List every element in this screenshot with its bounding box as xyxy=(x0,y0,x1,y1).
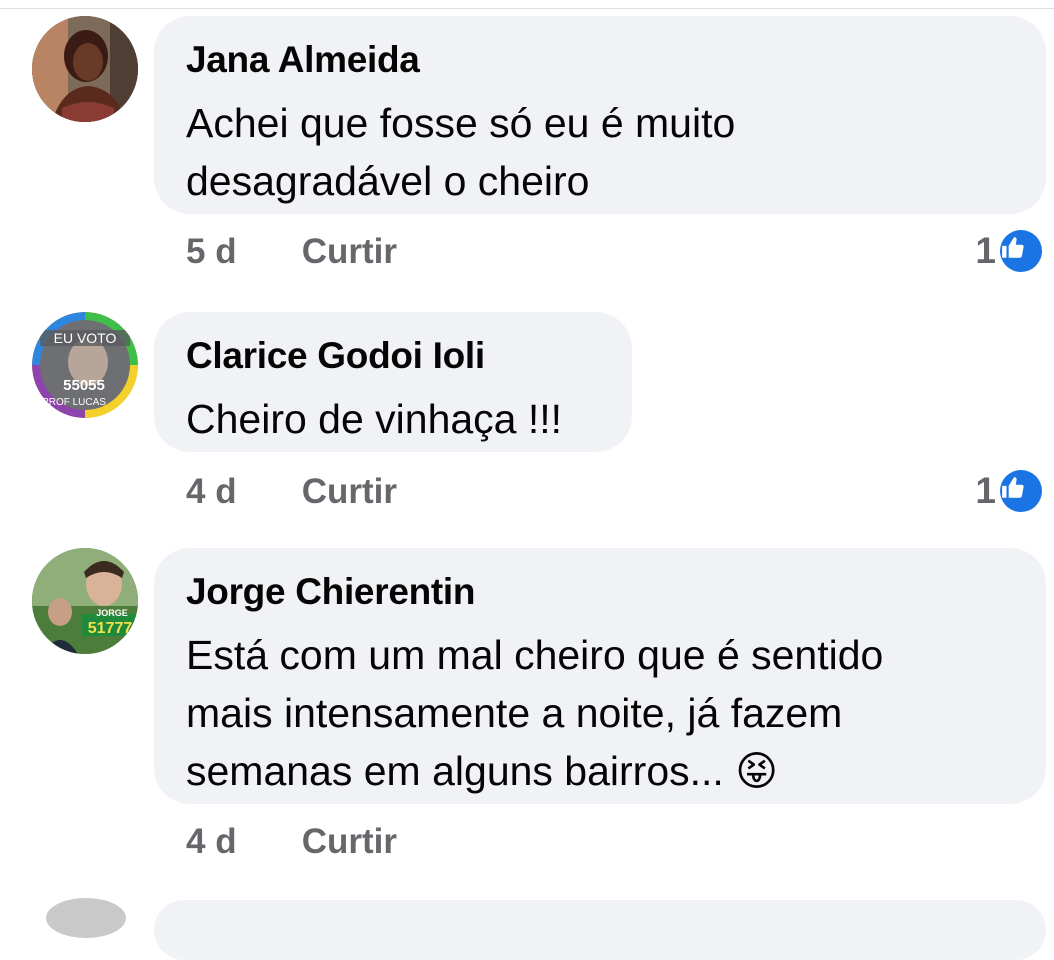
reaction-summary[interactable]: 1 xyxy=(975,470,1042,512)
avatar-photo xyxy=(32,16,138,122)
comment-bubble: Jorge Chierentin Está com um mal cheiro … xyxy=(154,548,1046,804)
comment-text: Cheiro de vinhaça !!! xyxy=(186,390,600,448)
comment-line: mais intensamente a noite, já fazem xyxy=(186,690,843,736)
squinting-tongue-emoji: 😝 xyxy=(735,748,778,794)
like-button[interactable]: Curtir xyxy=(302,822,397,862)
comment-timestamp[interactable]: 4 d xyxy=(186,472,292,512)
like-button[interactable]: Curtir xyxy=(302,232,397,272)
avatar-photo: EU VOTO 55055 PROF LUCAS xyxy=(32,312,138,418)
avatar[interactable]: JORGE 51777 xyxy=(32,548,138,654)
avatar[interactable]: EU VOTO 55055 PROF LUCAS xyxy=(32,312,138,418)
comment-actions: 5 d Curtir 1 xyxy=(186,230,1048,272)
svg-text:55055: 55055 xyxy=(63,377,105,394)
comment-text: Está com um mal cheiro que é sentido mai… xyxy=(186,626,1014,800)
comment-line: Está com um mal cheiro que é sentido xyxy=(186,632,884,678)
reaction-count: 1 xyxy=(975,470,996,511)
svg-text:EU VOTO: EU VOTO xyxy=(54,330,117,346)
comment-bubble xyxy=(154,900,1046,960)
comment-timestamp[interactable]: 5 d xyxy=(186,232,292,272)
comment-actions: 4 d Curtir 1 xyxy=(186,470,1048,512)
avatar[interactable] xyxy=(46,898,126,938)
like-icon xyxy=(1000,230,1042,272)
comment-line: Achei que fosse só eu é muito xyxy=(186,100,736,146)
like-icon xyxy=(1000,470,1042,512)
reaction-count: 1 xyxy=(975,230,996,271)
comment-actions: 4 d Curtir xyxy=(186,822,1048,862)
comment-line: Cheiro de vinhaça !!! xyxy=(186,396,563,442)
comment-timestamp[interactable]: 4 d xyxy=(186,822,292,862)
comment-author[interactable]: Jana Almeida xyxy=(186,40,1014,80)
comment-line: semanas em alguns bairros... 😝 xyxy=(186,742,1014,800)
like-button[interactable]: Curtir xyxy=(302,472,397,512)
comment-bubble: Clarice Godoi Ioli Cheiro de vinhaça !!! xyxy=(154,312,632,452)
svg-text:JORGE: JORGE xyxy=(96,608,128,618)
comment-author[interactable]: Jorge Chierentin xyxy=(186,572,1014,612)
comment-line: desagradável o cheiro xyxy=(186,158,590,204)
avatar-photo: JORGE 51777 xyxy=(32,548,138,654)
comment-author[interactable]: Clarice Godoi Ioli xyxy=(186,336,600,376)
comment-text: Achei que fosse só eu é muito desagradáv… xyxy=(186,94,1014,210)
reaction-summary[interactable]: 1 xyxy=(975,230,1042,272)
top-divider xyxy=(0,8,1054,9)
comment-line-text: semanas em alguns bairros... xyxy=(186,748,724,794)
svg-text:PROF LUCAS: PROF LUCAS xyxy=(42,397,106,408)
avatar[interactable] xyxy=(32,16,138,122)
svg-text:51777: 51777 xyxy=(88,620,133,637)
comment-bubble: Jana Almeida Achei que fosse só eu é mui… xyxy=(154,16,1046,214)
